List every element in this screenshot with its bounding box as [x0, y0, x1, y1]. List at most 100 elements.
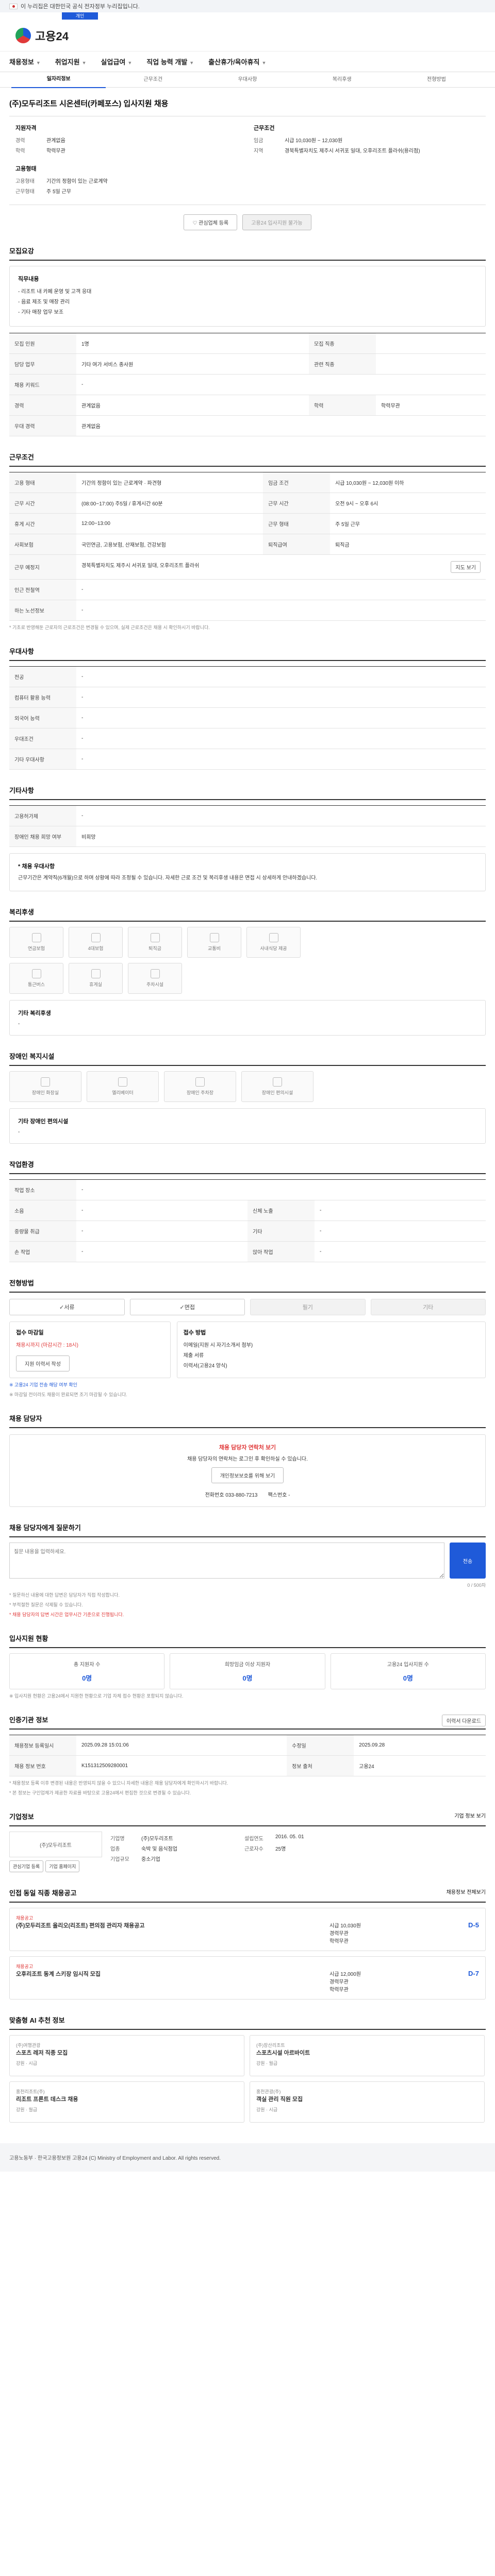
welfare-tiles: 연금보험 4대보험 퇴직금 교통비 사내식당 제공: [9, 927, 486, 958]
table-row: 모집 인원 1명 모집 직종: [9, 333, 486, 354]
nav-item-support[interactable]: 취업지원 ▼: [55, 57, 87, 66]
section-status: 입사지원 현황: [9, 1633, 486, 1648]
similar-item[interactable]: 채용공고 오후리조트 동계 스키장 임시직 모집 시급 12,000원 경력무관 학…: [9, 1956, 486, 1999]
nav-item-jobs[interactable]: 채용정보 ▼: [9, 57, 41, 66]
recommend-item[interactable]: 홍천관광(주) 객실 관리 직원 모집 강원 · 시급: [250, 2081, 485, 2123]
check-icon: ✓: [179, 1304, 185, 1311]
table-row: 중량물 취급 - 기타 -: [9, 1221, 486, 1242]
welfare-tile: 사내식당 제공: [246, 927, 301, 958]
bus-icon: [31, 969, 41, 978]
anchor-job-info[interactable]: 일자리정보: [11, 72, 106, 88]
disability-tiles: 장애인 화장실 엘리베이터 장애인 주차장 장애인 편의시설: [9, 1071, 486, 1102]
table-row: 채용 키워드 -: [9, 374, 486, 395]
table-row: 작업 장소 -: [9, 1179, 486, 1200]
table-row: 담당 업무 기타 여가 서비스 종사원 관련 직종: [9, 353, 486, 375]
recommend-item[interactable]: (주)장산리조트 스포츠시설 아르바이트 강원 · 월급: [250, 2035, 485, 2076]
table-row: 사회보험 국민연금, 고용보험, 산재보험, 건강보험 퇴직급여 퇴직금: [9, 534, 486, 555]
apply-method-card: 접수 방법 이메일(지원 시 자기소개서 첨부) 제출 서류 이력서(고용24 …: [176, 1321, 486, 1378]
recommend-item[interactable]: 홍천리조트(주) 리조트 프론트 데스크 채용 강원 · 월급: [9, 2081, 244, 2123]
inquiry-submit-button[interactable]: 전송: [450, 1543, 486, 1579]
similar-more-link[interactable]: 채용정보 전체보기: [447, 1888, 486, 1895]
check-icon: ✓: [59, 1304, 64, 1311]
welfare-other: 기타 복리후생 -: [9, 1000, 486, 1036]
disability-other: 기타 장애인 편의시설 -: [9, 1108, 486, 1144]
apply-button[interactable]: 고용24 입사지원 불가능: [242, 214, 311, 230]
chevron-down-icon: ▼: [261, 60, 267, 65]
print-button[interactable]: 이력서 다운로드: [441, 1715, 486, 1726]
welfare-tile: 주차시설: [128, 963, 182, 994]
logo-text: 고용24: [35, 29, 69, 43]
disability-tile: 엘리베이터: [87, 1071, 159, 1102]
stat-wage: 희망임금 이상 지원자 0명: [170, 1653, 325, 1689]
homepage-button[interactable]: 기업 홈페이지: [45, 1860, 80, 1872]
nav-item-training[interactable]: 직업 능력 개발 ▼: [146, 57, 194, 66]
anchor-selection[interactable]: 전형방법: [389, 72, 484, 88]
anchor-conditions[interactable]: 근무조건: [106, 72, 200, 88]
etc-table: 고용허가제 - 장애인 채용 희망 여부 비희망: [9, 805, 486, 847]
method-written: 필기: [250, 1299, 366, 1315]
map-button[interactable]: 지도 보기: [451, 561, 481, 573]
section-contact: 채용 담당자: [9, 1413, 486, 1428]
selection-detail: 접수 마감일 채용시까지 (마감시간 : 18시) 지원 이력서 작성 접수 방…: [9, 1321, 486, 1378]
interest-company-button[interactable]: 관심기업 등록: [9, 1860, 44, 1872]
inquiry-textarea[interactable]: [9, 1543, 444, 1579]
section-recommend: 맞춤형 AI 추천 정보: [9, 2015, 486, 2030]
table-row: 우대조건 -: [9, 728, 486, 749]
chevron-down-icon: ▼: [189, 60, 194, 65]
table-row: 손 작업 - 앉아 작업 -: [9, 1241, 486, 1262]
section-disability: 장애인 복지시설: [9, 1051, 486, 1066]
disability-tile: 장애인 편의시설: [241, 1071, 314, 1102]
table-row: 장애인 채용 희망 여부 비희망: [9, 826, 486, 847]
cafeteria-icon: [269, 933, 278, 942]
table-row: 소음 - 신체 노출 -: [9, 1200, 486, 1221]
preference-table: 전공 - 컴퓨터 활용 능력 - 외국어 능력 - 우대조건 - 기타 우대사항 -: [9, 666, 486, 770]
nav-item-leave[interactable]: 출산휴가/육아휴직 ▼: [208, 57, 266, 66]
lounge-icon: [91, 969, 101, 978]
disability-tile: 장애인 화장실: [9, 1071, 81, 1102]
interest-company-button[interactable]: ♡ 관심업체 등록: [184, 214, 238, 230]
severance-icon: [150, 933, 160, 942]
conditions-table: 고용 형태 기간의 정함이 있는 근로계약 · 파견형 임금 조건 시급 10,030…: [9, 472, 486, 621]
table-row: 하는 노선정보 -: [9, 600, 486, 621]
site-logo[interactable]: 고용24: [15, 27, 69, 44]
method-other: 기타: [370, 1299, 486, 1315]
table-row: 전공 -: [9, 666, 486, 687]
company-card: (주)모두리조트 관심기업 등록 기업 홈페이지 기업명 (주)모두리조트 설립연도…: [9, 1832, 486, 1872]
korea-flag-icon: [9, 3, 18, 9]
section-inquiry: 채용 담당자에게 질문하기: [9, 1522, 486, 1537]
job-desc-box: 직무내용 - 리조트 내 카페 운영 및 고객 응대 - 음료 제조 및 매장 …: [9, 266, 486, 327]
char-counter: 0 / 500자: [467, 1583, 486, 1588]
disability-tile: 장애인 주차장: [164, 1071, 236, 1102]
stat-total: 총 지원자 수 0명: [9, 1653, 165, 1689]
method-document: ✓ 서류: [9, 1299, 125, 1315]
summary-actions: ♡ 관심업체 등록 고용24 입사지원 불가능: [9, 214, 486, 230]
summary-left2-head: 고용형태: [15, 166, 37, 172]
table-row: 외국어 능력 -: [9, 707, 486, 728]
table-row: 근무 시간 (08:00~17:00) 주5일 / 휴게시간 60분 근무 시간 오전…: [9, 493, 486, 514]
section-manage: 인증기관 정보 이력서 다운로드: [9, 1715, 486, 1730]
anchor-welfare[interactable]: 복리후생: [295, 72, 389, 88]
table-row: 고용 형태 기간의 정함이 있는 근로계약 · 파견형 임금 조건 시급 10,030…: [9, 472, 486, 493]
show-contact-button[interactable]: 개인정보보호를 위해 보기: [211, 1467, 284, 1483]
section-conditions: 근무조건: [9, 452, 486, 467]
anchor-preference[interactable]: 우대사항: [200, 72, 294, 88]
nav-item-benefit[interactable]: 실업급여 ▼: [101, 57, 133, 66]
company-logo-area: (주)모두리조트 관심기업 등록 기업 홈페이지: [9, 1832, 102, 1872]
wheelchair-icon: [273, 1077, 282, 1087]
similar-item[interactable]: 채용공고 (주)모두리조트 올리오(리조트) 편의점 관리자 채용공고 시급 1…: [9, 1908, 486, 1951]
table-row: 휴게 시간 12:00~13:00 근무 형태 주 5일 근무: [9, 513, 486, 534]
write-resume-button[interactable]: 지원 이력서 작성: [16, 1355, 70, 1371]
restroom-icon: [41, 1077, 50, 1087]
summary-left-head: 지원자격: [15, 125, 37, 131]
site-header: 고용24: [0, 20, 495, 52]
company-more-link[interactable]: 기업 정보 보기: [454, 1811, 486, 1819]
parking-icon: [195, 1077, 205, 1087]
alert-title: 채용 담당자 연락처 보기: [219, 1445, 276, 1451]
tab-individual[interactable]: 개인: [62, 12, 98, 20]
table-row: 채용정보 등록일시 2025.09.28 15:01:06 수정일 2025.09.2…: [9, 1735, 486, 1756]
chevron-down-icon: ▼: [81, 60, 87, 65]
page-title: (주)모두리조트 시온센터(카페포스) 입사지원 채용: [9, 99, 169, 108]
recommend-item[interactable]: (주)여행관광 스포츠 레저 직종 모집 강원 · 시급: [9, 2035, 244, 2076]
phone-value: 033-880-7213: [225, 1493, 258, 1498]
table-row: 기타 우대사항 -: [9, 749, 486, 770]
